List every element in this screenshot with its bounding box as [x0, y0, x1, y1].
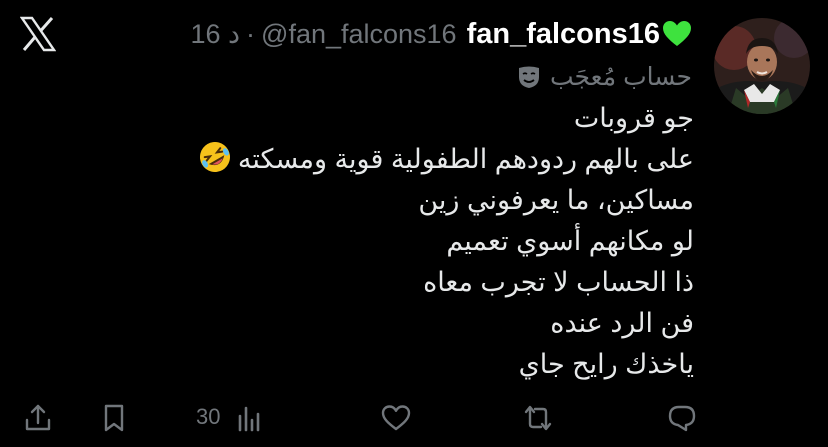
- heart-outline-icon[interactable]: [380, 402, 412, 434]
- views-chart-icon[interactable]: [234, 402, 266, 434]
- tweet-line: فن الرد عنده: [550, 308, 694, 338]
- tweet-text: جو قروبات على بالهم ردودهم الطفولية قوية…: [134, 98, 694, 385]
- tweet-action-bar: 30: [0, 396, 828, 440]
- reply-icon[interactable]: [666, 402, 698, 434]
- x-logo-icon: [19, 16, 57, 52]
- share-icon[interactable]: [22, 402, 54, 434]
- tweet-line: ياخذك رايح جاي: [518, 349, 694, 379]
- account-label: حساب مُعجَب: [516, 58, 692, 96]
- user-handle[interactable]: @fan_falcons16: [261, 19, 457, 50]
- tweet-header: 16 د · @fan_falcons16 fan_falcons16: [190, 14, 692, 54]
- user-display-name[interactable]: fan_falcons16: [467, 18, 660, 51]
- tweet-line: ذا الحساب لا تجرب معاه: [423, 267, 694, 297]
- green-heart-icon: [663, 21, 691, 46]
- tweet-line: لو مكانهم أسوي تعميم: [446, 226, 694, 256]
- views-count[interactable]: 30: [196, 404, 220, 430]
- account-label-text: حساب مُعجَب: [550, 63, 692, 91]
- header-separator: ·: [246, 18, 256, 49]
- tweet-line: على بالهم ردودهم الطفولية قوية ومسكته: [237, 144, 694, 174]
- retweet-icon[interactable]: [522, 402, 554, 434]
- bookmark-icon[interactable]: [98, 402, 130, 434]
- rolling-on-floor-laughing-icon: [199, 142, 230, 172]
- tweet-line: جو قروبات: [573, 103, 694, 133]
- tweet-line-with-emoji: على بالهم ردودهم الطفولية قوية ومسكته: [134, 139, 694, 180]
- avatar[interactable]: [714, 18, 810, 114]
- performing-arts-mask-icon: [519, 66, 539, 88]
- tweet-line: مساكين، ما يعرفوني زين: [418, 185, 694, 215]
- tweet-time[interactable]: 16 د: [190, 19, 240, 50]
